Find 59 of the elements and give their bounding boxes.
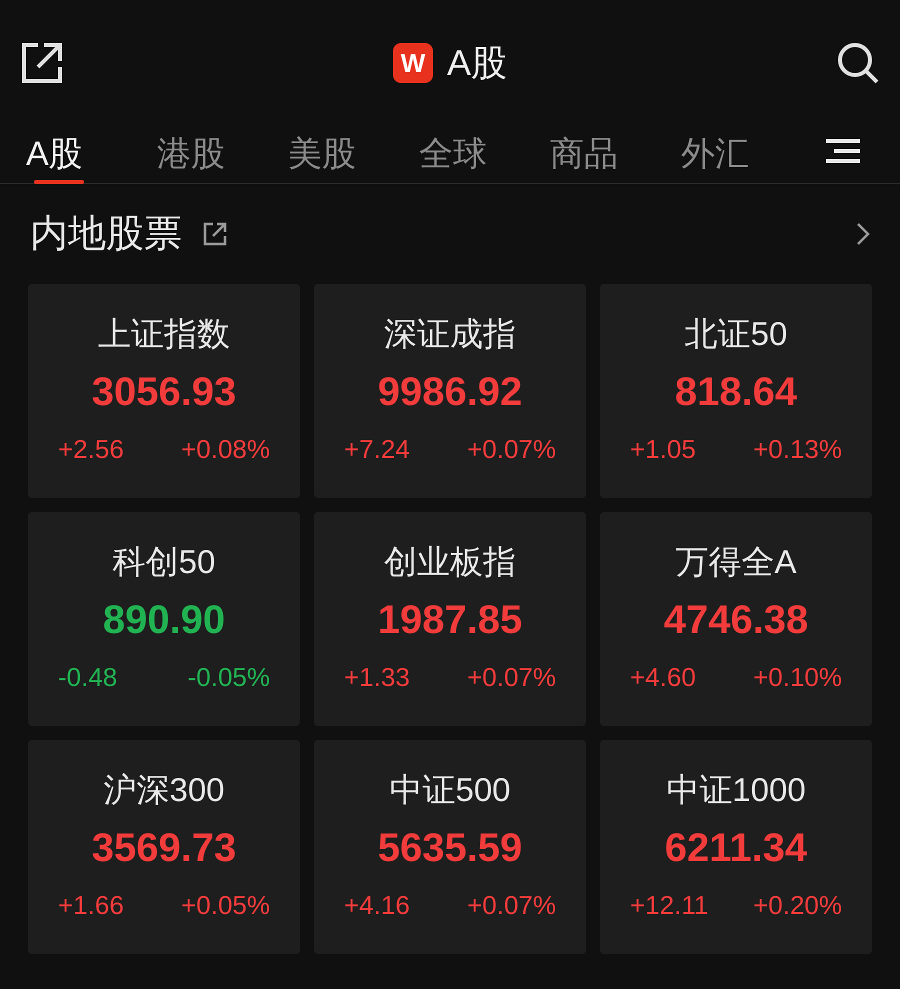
index-name: 万得全A <box>675 542 796 582</box>
chevron-right-icon[interactable] <box>856 222 870 246</box>
index-card[interactable]: 深证成指 9986.92 +7.24 +0.07% <box>314 284 586 498</box>
index-card[interactable]: 上证指数 3056.93 +2.56 +0.08% <box>28 284 300 498</box>
change-percent: +0.07% <box>467 661 556 694</box>
search-icon[interactable] <box>836 41 880 85</box>
index-name: 沪深300 <box>103 770 225 810</box>
index-card[interactable]: 中证1000 6211.34 +12.11 +0.20% <box>600 740 872 954</box>
change-percent: +0.08% <box>181 433 270 466</box>
index-value: 4746.38 <box>664 597 808 644</box>
change-value: +7.24 <box>344 433 410 466</box>
index-card[interactable]: 万得全A 4746.38 +4.60 +0.10% <box>600 512 872 726</box>
share-icon[interactable] <box>202 221 228 247</box>
index-name: 北证50 <box>684 314 788 354</box>
index-card[interactable]: 北证50 818.64 +1.05 +0.13% <box>600 284 872 498</box>
market-tab[interactable]: 港股 <box>157 126 288 184</box>
change-value: +2.56 <box>58 433 124 466</box>
menu-icon[interactable] <box>826 138 860 164</box>
index-name: 中证1000 <box>666 770 806 810</box>
change-value: +4.60 <box>630 661 696 694</box>
index-value: 818.64 <box>674 369 798 416</box>
change-percent: +0.13% <box>753 433 842 466</box>
change-value: +12.11 <box>630 889 708 922</box>
change-percent: +0.07% <box>467 433 556 466</box>
market-tab[interactable]: 美股 <box>288 126 419 184</box>
market-tab[interactable]: 商品 <box>550 126 681 184</box>
market-tab[interactable]: 外汇 <box>681 126 812 184</box>
index-card[interactable]: 科创50 890.90 -0.48 -0.05% <box>28 512 300 726</box>
index-name: 深证成指 <box>384 314 516 354</box>
index-name: 创业板指 <box>384 542 516 582</box>
index-name: 科创50 <box>112 542 216 582</box>
change-value: +4.16 <box>344 889 410 922</box>
index-card[interactable]: 沪深300 3569.73 +1.66 +0.05% <box>28 740 300 954</box>
change-value: +1.05 <box>630 433 696 466</box>
change-percent: +0.20% <box>753 889 842 922</box>
index-value: 1987.85 <box>378 597 522 644</box>
page-title: A股 <box>446 41 507 85</box>
share-icon[interactable] <box>20 41 64 85</box>
change-percent: +0.05% <box>181 889 270 922</box>
index-name: 中证500 <box>389 770 511 810</box>
index-value: 6211.34 <box>664 825 808 872</box>
change-value: +1.33 <box>344 661 410 694</box>
index-card[interactable]: 创业板指 1987.85 +1.33 +0.07% <box>314 512 586 726</box>
index-value: 3056.93 <box>92 369 236 416</box>
change-percent: +0.10% <box>753 661 842 694</box>
index-value: 3569.73 <box>92 825 236 872</box>
section-title: 内地股票 <box>30 212 182 256</box>
index-value: 890.90 <box>102 597 226 644</box>
change-value: -0.48 <box>58 661 118 694</box>
index-value: 5635.59 <box>378 825 522 872</box>
change-value: +1.66 <box>58 889 124 922</box>
market-tab[interactable]: 全球 <box>419 126 550 184</box>
index-name: 上证指数 <box>98 314 230 354</box>
change-percent: +0.07% <box>467 889 556 922</box>
app-logo: W <box>392 43 433 83</box>
change-percent: -0.05% <box>188 661 270 694</box>
index-card[interactable]: 中证500 5635.59 +4.16 +0.07% <box>314 740 586 954</box>
index-value: 9986.92 <box>378 369 522 416</box>
market-tab[interactable]: A股 <box>26 126 157 184</box>
